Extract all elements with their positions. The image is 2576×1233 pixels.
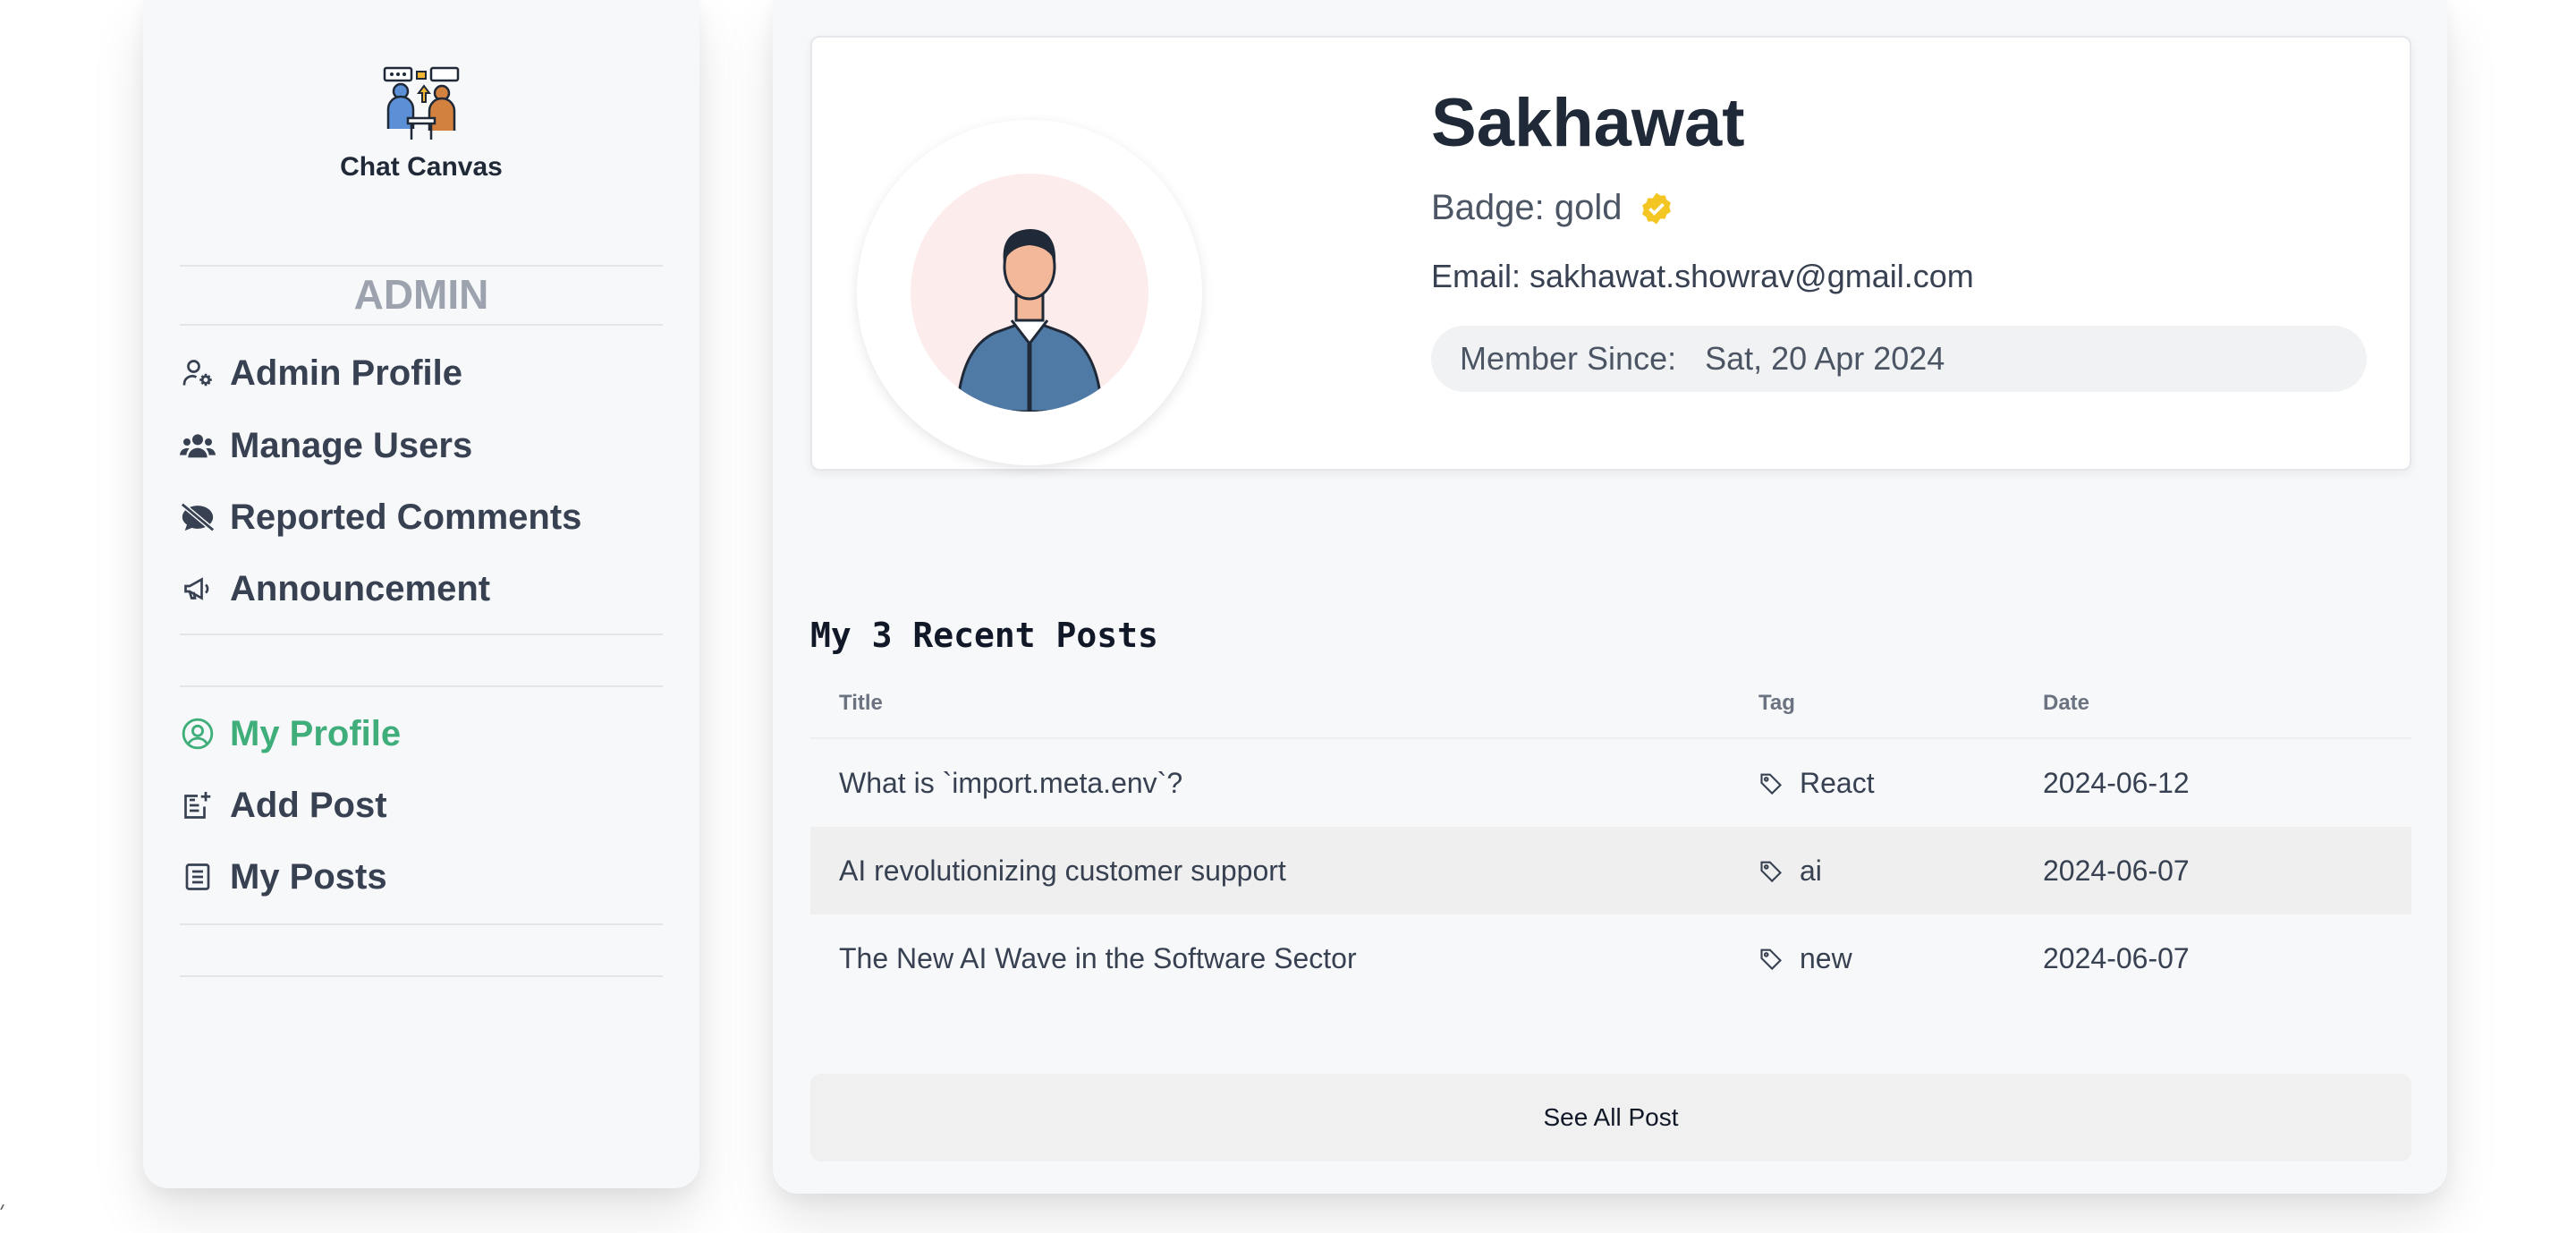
divider xyxy=(180,324,663,326)
post-title: The New AI Wave in the Software Sector xyxy=(839,941,1357,974)
profile-card: Sakhawat Badge: gold Email: sakhawat.sho… xyxy=(810,36,2411,471)
add-post-icon xyxy=(180,787,216,823)
chat-canvas-logo-icon xyxy=(383,66,460,140)
divider xyxy=(180,685,663,687)
megaphone-icon xyxy=(180,571,216,607)
avatar-image xyxy=(911,174,1148,412)
table-row[interactable]: What is `import.meta.env`? React 2024-06… xyxy=(810,739,2411,827)
sidebar-item-reported-comments[interactable]: Reported Comments xyxy=(180,490,581,544)
main-content: Sakhawat Badge: gold Email: sakhawat.sho… xyxy=(773,0,2447,1194)
table-row[interactable]: AI revolutionizing customer support ai 2… xyxy=(810,827,2411,914)
tag-icon xyxy=(1758,770,1784,795)
badge-text: Badge: gold xyxy=(1431,188,1623,227)
email-text: Email: sakhawat.showrav@gmail.com xyxy=(1431,258,1974,294)
recent-posts-table: Title Tag Date What is `import.meta.env`… xyxy=(810,675,2411,1002)
tag-label: new xyxy=(1800,941,1852,974)
see-all-posts-button[interactable]: See All Post xyxy=(810,1074,2411,1161)
member-since-label: Member Since: xyxy=(1460,340,1677,377)
users-icon xyxy=(180,428,216,463)
column-header-title: Title xyxy=(839,691,883,715)
admin-section-title: ADMIN xyxy=(353,271,489,318)
tag-label: React xyxy=(1800,766,1875,799)
user-name: Sakhawat xyxy=(1431,85,1745,161)
comment-slash-icon xyxy=(180,499,216,535)
sidebar-item-admin-profile[interactable]: Admin Profile xyxy=(180,346,462,400)
post-title: AI revolutionizing customer support xyxy=(839,854,1286,887)
post-date: 2024-06-12 xyxy=(2043,766,2190,799)
divider xyxy=(180,975,663,977)
sidebar: Chat Canvas ADMIN Admin Profile Manage U… xyxy=(143,0,699,1188)
divider xyxy=(180,634,663,635)
sidebar-item-label: Manage Users xyxy=(230,425,473,465)
divider xyxy=(180,923,663,925)
avatar xyxy=(857,120,1202,465)
sidebar-item-my-profile[interactable]: My Profile xyxy=(180,707,401,761)
sidebar-item-label: My Profile xyxy=(230,713,402,753)
sidebar-item-label: Add Post xyxy=(230,785,387,825)
post-tag: new xyxy=(1758,914,1852,1002)
app-name: Chat Canvas xyxy=(340,152,503,182)
badge-line: Badge: gold xyxy=(1431,188,1674,228)
divider xyxy=(180,265,663,267)
post-tag: React xyxy=(1758,739,1875,827)
sidebar-item-announcement[interactable]: Announcement xyxy=(180,562,490,616)
column-header-tag: Tag xyxy=(1758,691,1795,715)
sidebar-item-label: Admin Profile xyxy=(230,353,463,393)
sidebar-item-manage-users[interactable]: Manage Users xyxy=(180,419,472,472)
post-title: What is `import.meta.env`? xyxy=(839,766,1183,799)
user-gear-icon xyxy=(180,355,216,391)
sidebar-item-label: My Posts xyxy=(230,856,387,897)
column-header-date: Date xyxy=(2043,691,2090,715)
posts-list-icon xyxy=(180,859,216,895)
user-circle-icon xyxy=(180,716,216,752)
tag-icon xyxy=(1758,946,1784,971)
member-since-value: Sat, 20 Apr 2024 xyxy=(1705,340,1945,377)
sidebar-item-my-posts[interactable]: My Posts xyxy=(180,850,387,904)
sidebar-item-label: Announcement xyxy=(230,568,491,608)
post-tag: ai xyxy=(1758,827,1822,914)
member-since-pill: Member Since: Sat, 20 Apr 2024 xyxy=(1431,326,2367,392)
table-header: Title Tag Date xyxy=(810,675,2411,739)
sidebar-item-label: Reported Comments xyxy=(230,497,582,537)
post-date: 2024-06-07 xyxy=(2043,941,2190,974)
logo[interactable]: Chat Canvas xyxy=(143,66,699,183)
sidebar-item-add-post[interactable]: Add Post xyxy=(180,778,387,832)
recent-posts-heading: My 3 Recent Posts xyxy=(810,616,1158,655)
corner-mark xyxy=(0,1204,4,1210)
table-row[interactable]: The New AI Wave in the Software Sector n… xyxy=(810,914,2411,1002)
post-date: 2024-06-07 xyxy=(2043,854,2190,887)
verified-check-icon xyxy=(1639,191,1674,226)
tag-icon xyxy=(1758,858,1784,883)
tag-label: ai xyxy=(1800,854,1822,887)
